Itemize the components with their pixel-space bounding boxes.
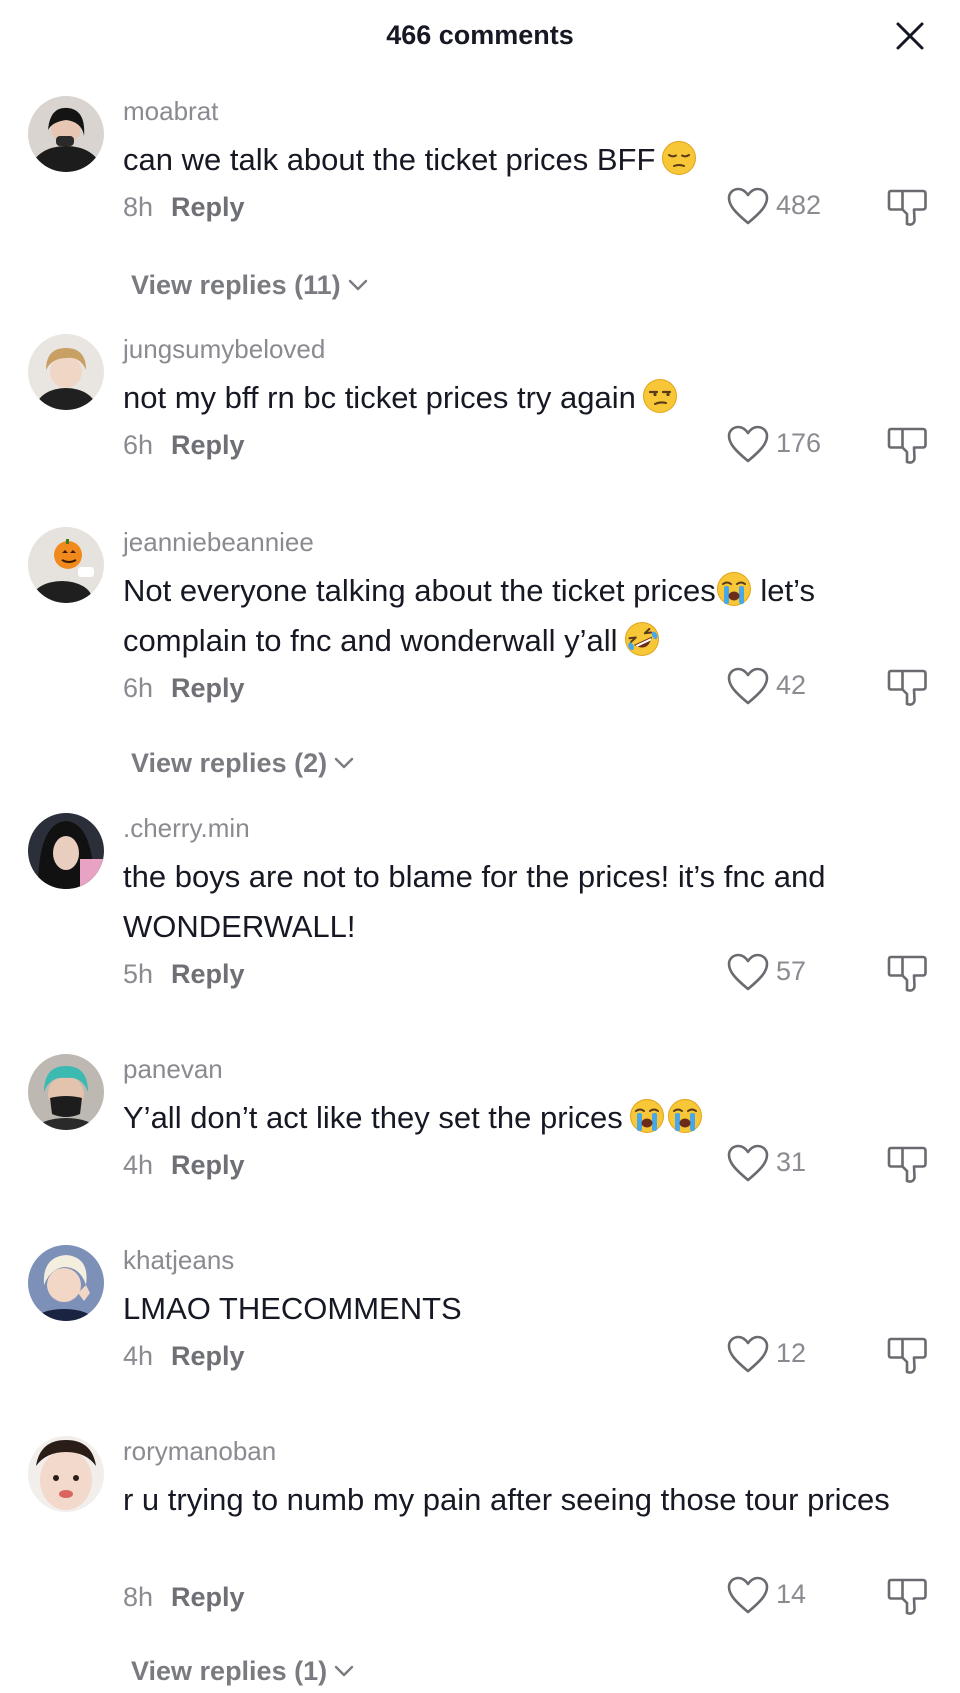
like-button[interactable] bbox=[726, 1334, 770, 1374]
close-icon bbox=[896, 22, 924, 50]
view-replies-button[interactable]: View replies (2) bbox=[131, 748, 355, 779]
reply-button[interactable]: Reply bbox=[171, 959, 245, 989]
avatar[interactable] bbox=[28, 1054, 104, 1130]
reply-button[interactable]: Reply bbox=[171, 1150, 245, 1180]
like-button[interactable] bbox=[726, 186, 770, 226]
loudly-crying-face-emoji bbox=[716, 571, 752, 607]
like-count: 14 bbox=[776, 1579, 807, 1609]
pensive-face-emoji bbox=[661, 140, 697, 176]
loudly-crying-face-emoji bbox=[629, 1098, 665, 1134]
comment-time: 8h bbox=[123, 1582, 154, 1612]
avatar[interactable] bbox=[28, 1436, 104, 1512]
comment-text: Y’all don’t act like they set the prices bbox=[123, 1093, 913, 1143]
reply-button[interactable]: Reply bbox=[171, 430, 245, 460]
like-count: 12 bbox=[776, 1338, 807, 1368]
username[interactable]: jungsumybeloved bbox=[123, 334, 325, 365]
like-button[interactable] bbox=[726, 424, 770, 464]
like-count: 57 bbox=[776, 956, 807, 986]
dislike-button[interactable] bbox=[887, 1334, 929, 1376]
comment-time: 6h bbox=[123, 673, 154, 703]
comment-time: 4h bbox=[123, 1341, 154, 1371]
comment-time: 4h bbox=[123, 1150, 154, 1180]
username[interactable]: rorymanoban bbox=[123, 1436, 276, 1467]
comments-count-title: 466 comments bbox=[386, 20, 574, 50]
heart-icon bbox=[726, 424, 770, 464]
like-button[interactable] bbox=[726, 952, 770, 992]
comment-meta: 6h Reply bbox=[123, 430, 245, 461]
chevron-down-icon bbox=[347, 278, 369, 292]
comment-time: 8h bbox=[123, 192, 154, 222]
avatar[interactable] bbox=[28, 96, 104, 172]
dislike-button[interactable] bbox=[887, 952, 929, 994]
comment-meta: 6h Reply bbox=[123, 673, 245, 704]
comment-meta: 8h Reply bbox=[123, 1582, 245, 1613]
thumbs-down-icon bbox=[887, 186, 929, 228]
like-count: 31 bbox=[776, 1147, 807, 1177]
comment-text: LMAO THECOMMENTS bbox=[123, 1291, 462, 1326]
dislike-button[interactable] bbox=[887, 666, 929, 708]
comment-text: the boys are not to blame for the prices… bbox=[123, 859, 826, 944]
avatar[interactable] bbox=[28, 334, 104, 410]
chevron-down-icon bbox=[333, 1664, 355, 1678]
avatar[interactable] bbox=[28, 813, 104, 889]
thumbs-down-icon bbox=[887, 1334, 929, 1376]
dislike-button[interactable] bbox=[887, 1575, 929, 1617]
like-button[interactable] bbox=[726, 1575, 770, 1615]
username[interactable]: .cherry.min bbox=[123, 813, 250, 844]
chevron-down-icon bbox=[333, 756, 355, 770]
comment-meta: 4h Reply bbox=[123, 1150, 245, 1181]
thumbs-down-icon bbox=[887, 666, 929, 708]
username[interactable]: khatjeans bbox=[123, 1245, 234, 1276]
dislike-button[interactable] bbox=[887, 424, 929, 466]
like-button[interactable] bbox=[726, 666, 770, 706]
heart-icon bbox=[726, 1334, 770, 1374]
username[interactable]: panevan bbox=[123, 1054, 223, 1085]
like-count: 482 bbox=[776, 190, 822, 220]
view-replies-button[interactable]: View replies (1) bbox=[131, 1656, 355, 1687]
rolling-on-floor-laughing-emoji bbox=[624, 621, 660, 657]
comment-time: 5h bbox=[123, 959, 154, 989]
heart-icon bbox=[726, 1143, 770, 1183]
thumbs-down-icon bbox=[887, 1575, 929, 1617]
dislike-button[interactable] bbox=[887, 1143, 929, 1185]
thumbs-down-icon bbox=[887, 424, 929, 466]
like-count: 176 bbox=[776, 428, 822, 458]
thumbs-down-icon bbox=[887, 1143, 929, 1185]
comment-text: can we talk about the ticket prices BFF bbox=[123, 135, 913, 185]
reply-button[interactable]: Reply bbox=[171, 1341, 245, 1371]
reply-button[interactable]: Reply bbox=[171, 673, 245, 703]
reply-button[interactable]: Reply bbox=[171, 192, 245, 222]
reply-button[interactable]: Reply bbox=[171, 1582, 245, 1612]
close-button[interactable] bbox=[890, 16, 930, 56]
comment-text: not my bff rn bc ticket prices try again bbox=[123, 373, 913, 423]
comments-header: 466 comments bbox=[0, 0, 960, 76]
view-replies-button[interactable]: View replies (11) bbox=[131, 270, 369, 301]
avatar[interactable] bbox=[28, 527, 104, 603]
heart-icon bbox=[726, 186, 770, 226]
username[interactable]: moabrat bbox=[123, 96, 218, 127]
avatar[interactable] bbox=[28, 1245, 104, 1321]
thumbs-down-icon bbox=[887, 952, 929, 994]
unamused-face-emoji bbox=[642, 378, 678, 414]
comment-meta: 4h Reply bbox=[123, 1341, 245, 1372]
like-button[interactable] bbox=[726, 1143, 770, 1183]
comment-meta: 8h Reply bbox=[123, 192, 245, 223]
comment-text: Not everyone talking about the ticket pr… bbox=[123, 566, 913, 666]
like-count: 42 bbox=[776, 670, 807, 700]
username[interactable]: jeanniebeanniee bbox=[123, 527, 314, 558]
dislike-button[interactable] bbox=[887, 186, 929, 228]
heart-icon bbox=[726, 666, 770, 706]
heart-icon bbox=[726, 952, 770, 992]
comment-time: 6h bbox=[123, 430, 154, 460]
heart-icon bbox=[726, 1575, 770, 1615]
loudly-crying-face-emoji bbox=[667, 1098, 703, 1134]
comment-text: r u trying to numb my pain after seeing … bbox=[123, 1482, 890, 1517]
comment-meta: 5h Reply bbox=[123, 959, 245, 990]
